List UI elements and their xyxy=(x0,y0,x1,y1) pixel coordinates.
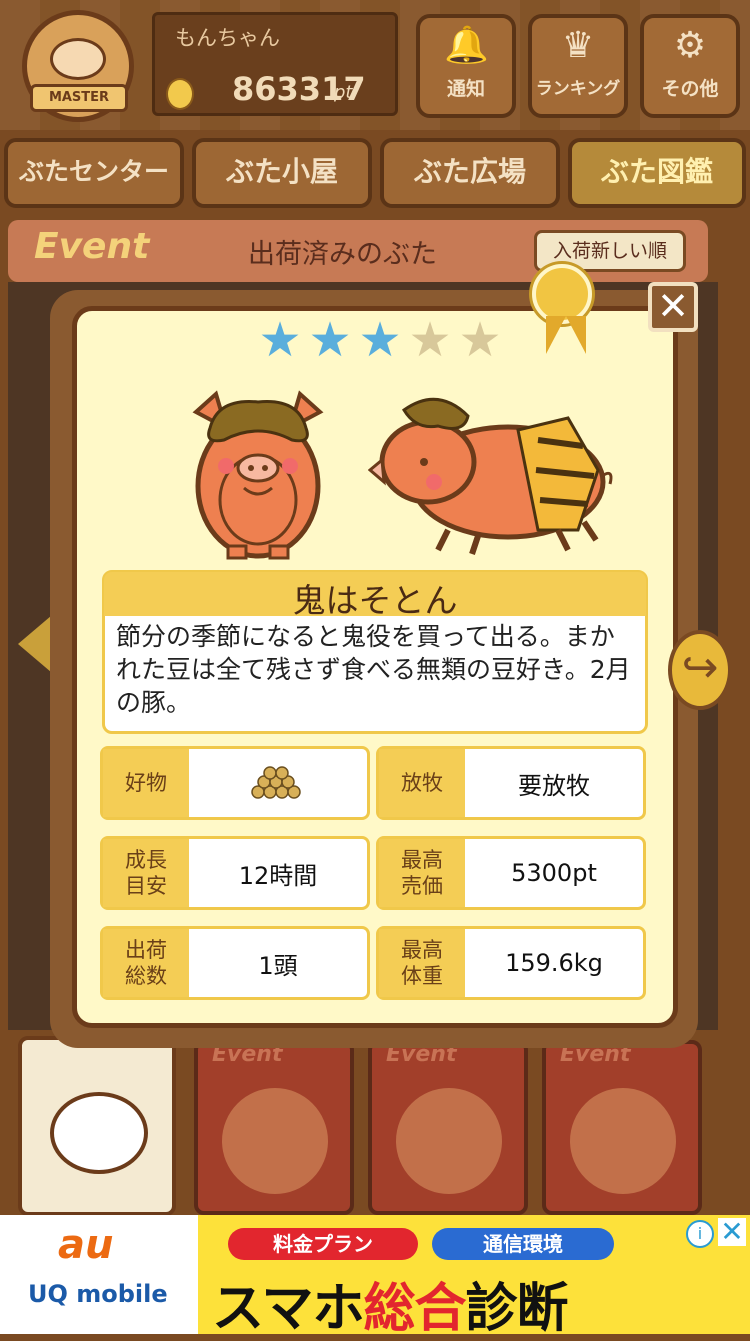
pig-front-illustration xyxy=(192,390,324,560)
tab-buta-hiroba[interactable]: ぶた広場 xyxy=(380,138,560,208)
stat-label: 放牧 xyxy=(379,749,465,817)
stat-value: 5300pt xyxy=(511,859,597,887)
stat-label: 好物 xyxy=(103,749,189,817)
star-filled-icon: ★ xyxy=(258,312,304,368)
pig-face-icon xyxy=(50,38,106,80)
ad-brand-uq: UQ mobile xyxy=(28,1280,168,1308)
stat-label: 最高 売価 xyxy=(379,839,465,907)
wreath-pig-icon xyxy=(222,1088,328,1194)
stat-value: 1頭 xyxy=(258,951,298,980)
pig-side-illustration xyxy=(368,397,613,555)
gear-icon: ⚙ xyxy=(673,25,707,66)
event-card-1[interactable]: Event xyxy=(194,1040,354,1215)
stat-max-weight: 最高 体重 159.6kg xyxy=(376,926,646,1000)
stat-label: 最高 体重 xyxy=(379,929,465,997)
stat-grazing: 放牧 要放牧 xyxy=(376,746,646,820)
points-unit: pt xyxy=(334,82,353,103)
event-logo: Event xyxy=(34,226,150,267)
notification-label: 通知 xyxy=(446,78,485,100)
tab-buta-center[interactable]: ぶたセンター xyxy=(4,138,184,208)
ranking-label: ランキング xyxy=(535,79,621,99)
event-card-3[interactable]: Event xyxy=(542,1040,702,1215)
notification-button[interactable]: 🔔 通知 xyxy=(416,14,516,118)
master-badge-label: MASTER xyxy=(30,84,128,112)
star-filled-icon: ★ xyxy=(308,312,354,368)
ad-headline-part: 診断 xyxy=(465,1279,568,1339)
username: もんちゃん xyxy=(175,26,280,50)
star-empty-icon: ★ xyxy=(458,312,504,368)
close-button[interactable]: ✕ xyxy=(648,282,698,332)
other-label: その他 xyxy=(661,78,719,100)
pig-face-icon xyxy=(50,1092,148,1174)
bell-icon: 🔔 xyxy=(444,25,489,66)
pig-name: 鬼はそとん xyxy=(292,581,458,620)
ad-close-icon[interactable]: ✕ xyxy=(718,1218,746,1246)
stat-max-price: 最高 売価 5300pt xyxy=(376,836,646,910)
stat-label: 成長 目安 xyxy=(103,839,189,907)
pig-description: 節分の季節になると鬼役を買って出る。まかれた豆は全て残さず食べる無類の豆好き。2… xyxy=(116,622,631,717)
soybeans-icon xyxy=(251,766,301,799)
ranking-button[interactable]: ♛ ランキング xyxy=(528,14,628,118)
event-card-2[interactable]: Event xyxy=(368,1040,528,1215)
stat-value xyxy=(189,749,367,817)
stat-growth-time: 成長 目安 12時間 xyxy=(100,836,370,910)
coin-icon xyxy=(166,78,194,110)
other-button[interactable]: ⚙ その他 xyxy=(640,14,740,118)
crown-icon: ♛ xyxy=(561,25,595,66)
ad-brand-au: au xyxy=(58,1222,114,1268)
ad-pill-plan: 料金プラン xyxy=(228,1228,418,1260)
ad-headline: スマホ総合診断 xyxy=(212,1266,568,1341)
stat-value: 12時間 xyxy=(238,861,318,890)
stat-shipped-count: 出荷 総数 1頭 xyxy=(100,926,370,1000)
stat-favorite-food: 好物 xyxy=(100,746,370,820)
event-title: 出荷済みのぶた xyxy=(248,239,437,270)
tab-buta-zukan[interactable]: ぶた図鑑 xyxy=(568,138,746,208)
ad-headline-part: スマホ xyxy=(212,1279,364,1339)
ad-pill-network: 通信環境 xyxy=(432,1228,614,1260)
medal-ribbon xyxy=(546,316,586,354)
ad-info-icon[interactable]: i xyxy=(686,1220,714,1248)
ad-headline-part: 総合 xyxy=(363,1279,466,1339)
star-filled-icon: ★ xyxy=(358,312,404,368)
calendar-icon xyxy=(396,1088,502,1194)
next-arrow[interactable]: ↪ xyxy=(668,630,732,710)
stat-value: 要放牧 xyxy=(518,771,590,800)
tab-buta-koya[interactable]: ぶた小屋 xyxy=(192,138,372,208)
medal-icon xyxy=(532,264,592,324)
pig-group-icon xyxy=(570,1088,676,1194)
pig-book-card[interactable] xyxy=(18,1036,176,1216)
rating-stars: ★ ★ ★ ★ ★ xyxy=(256,312,506,368)
star-empty-icon: ★ xyxy=(408,312,454,368)
stat-value: 159.6kg xyxy=(505,949,603,977)
stat-label: 出荷 総数 xyxy=(103,929,189,997)
